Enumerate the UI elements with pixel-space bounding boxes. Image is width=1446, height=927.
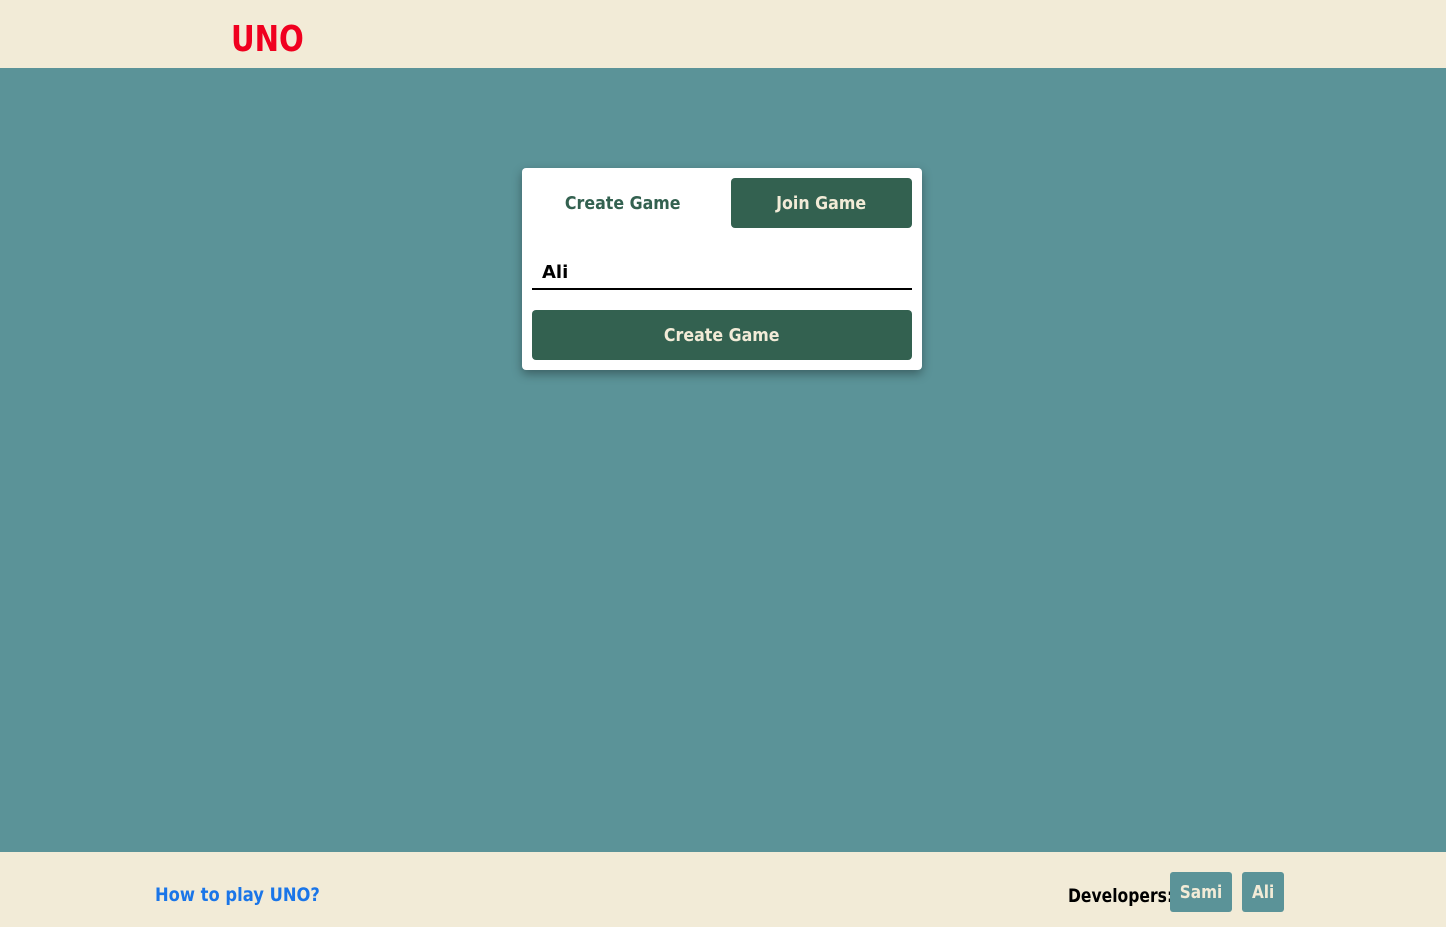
developer-sami-label: Sami [1179, 881, 1223, 903]
header: UNO [0, 0, 1446, 68]
create-game-button-label: Create Game [664, 324, 780, 346]
tab-create-game[interactable]: Create Game [532, 178, 713, 228]
developer-ali-label: Ali [1251, 881, 1275, 903]
game-form-card: Create Game Join Game Create Game [522, 168, 922, 370]
tab-join-game[interactable]: Join Game [731, 178, 912, 228]
how-to-play-link[interactable]: How to play UNO? [155, 884, 320, 906]
player-name-input[interactable] [532, 256, 912, 290]
tab-create-game-label: Create Game [564, 192, 681, 214]
developer-sami-button[interactable]: Sami [1170, 872, 1232, 912]
uno-logo: UNO [231, 19, 304, 60]
developer-ali-button[interactable]: Ali [1242, 872, 1284, 912]
footer: How to play UNO? Developers: Sami Ali [0, 852, 1446, 927]
create-game-button[interactable]: Create Game [532, 310, 912, 360]
developers-label: Developers: [1068, 885, 1174, 907]
tab-join-game-label: Join Game [776, 192, 867, 214]
